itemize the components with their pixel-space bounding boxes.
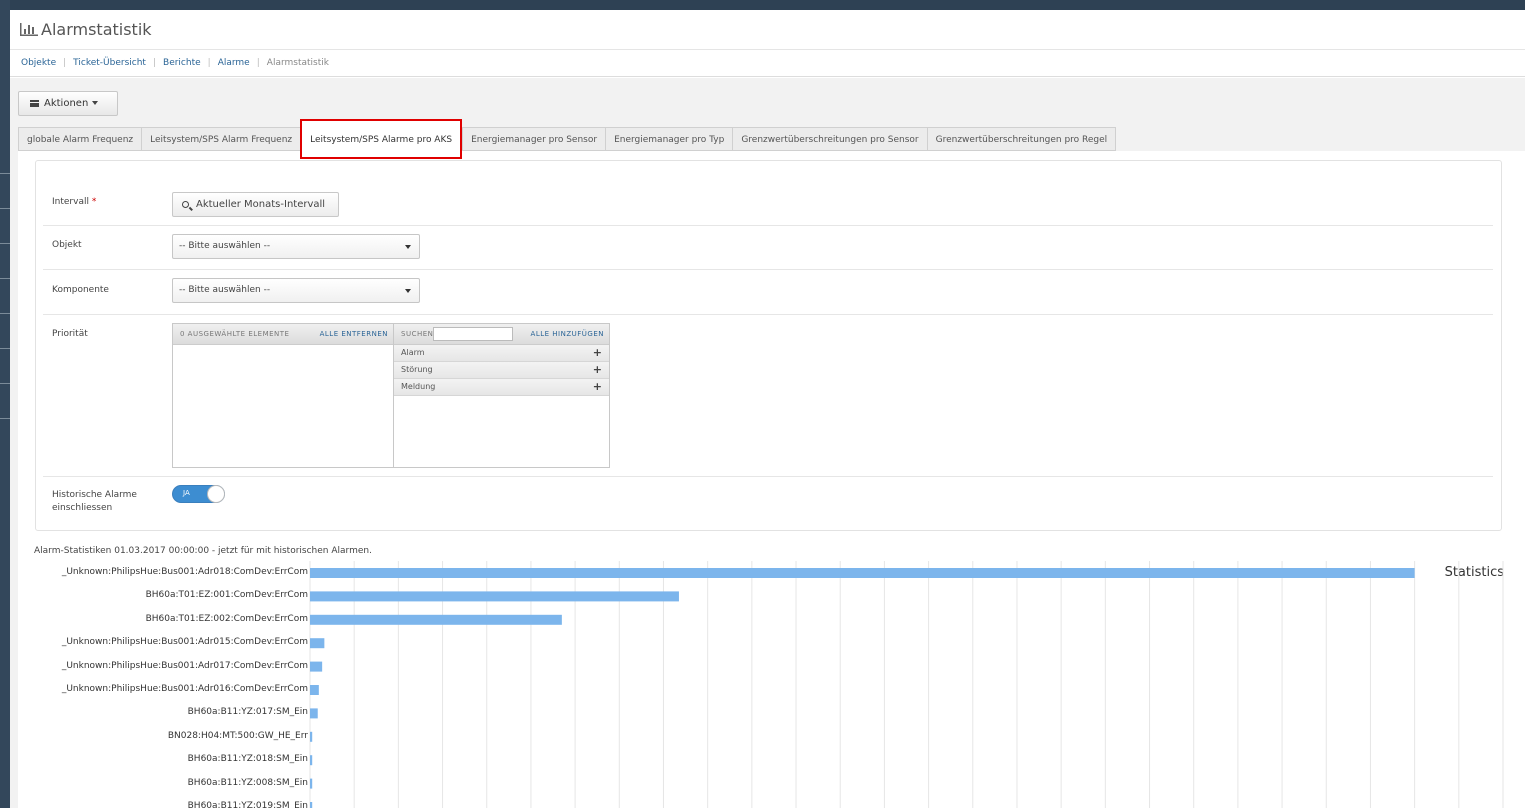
bar[interactable]	[310, 755, 313, 766]
actions-label: Aktionen	[44, 98, 89, 109]
component-label: Komponente	[52, 285, 109, 295]
form-divider	[43, 314, 1493, 315]
sidebar-divider	[0, 313, 10, 314]
breadcrumb-ticket-uebersicht[interactable]: Ticket-Übersicht	[73, 58, 146, 68]
component-select[interactable]: -- Bitte auswählen --	[172, 278, 420, 303]
breadcrumb: Objekte | Ticket-Übersicht | Berichte | Alarme…	[10, 50, 1525, 77]
toggle-knob	[207, 485, 225, 503]
chevron-down-icon	[405, 289, 411, 293]
sidebar-divider	[0, 383, 10, 384]
tab-grenzwert-pro-sensor[interactable]: Grenzwertüberschreitungen pro Sensor	[732, 127, 927, 151]
option-alarm[interactable]: Alarm +	[394, 345, 609, 362]
sidebar-divider	[0, 278, 10, 279]
option-label: Alarm	[401, 348, 425, 357]
main-content: Aktionen globale Alarm Frequenz Leitsyste…	[10, 78, 1525, 808]
priority-label: Priorität	[52, 329, 88, 339]
page-header: Alarmstatistik	[10, 10, 1525, 50]
bar[interactable]	[310, 802, 313, 808]
chart-plot	[309, 561, 1504, 808]
component-select-value: -- Bitte auswählen --	[179, 285, 271, 295]
bar[interactable]	[310, 778, 313, 789]
option-label: Störung	[401, 365, 433, 374]
option-label: Meldung	[401, 382, 436, 391]
page-title: Alarmstatistik	[41, 20, 152, 39]
bar-chart-icon	[20, 23, 38, 36]
search-icon	[182, 201, 189, 208]
sidebar-divider	[0, 348, 10, 349]
priority-multiselect: 0 AUSGEWÄHLTE ELEMENTE ALLE ENTFERNEN SU…	[172, 323, 610, 468]
bar[interactable]	[310, 731, 313, 742]
bar[interactable]	[310, 661, 323, 672]
breadcrumb-separator: |	[256, 58, 260, 68]
sidebar-divider	[0, 208, 10, 209]
tab-leitsystem-alarm-frequenz[interactable]: Leitsystem/SPS Alarm Frequenz	[141, 127, 301, 151]
bar[interactable]	[310, 591, 679, 602]
bar[interactable]	[310, 685, 319, 695]
sidebar-divider	[0, 173, 10, 174]
interval-label: Intervall *	[52, 197, 97, 207]
bar[interactable]	[310, 638, 325, 649]
interval-button-label: Aktueller Monats-Intervall	[196, 199, 326, 210]
search-label: SUCHEN:	[401, 330, 437, 338]
form-divider	[43, 476, 1493, 477]
plus-icon[interactable]: +	[593, 379, 602, 395]
historic-label: Historische Alarme einschliessen	[52, 490, 137, 513]
tab-leitsystem-alarme-pro-aks[interactable]: Leitsystem/SPS Alarme pro AKS	[300, 119, 463, 159]
plus-icon[interactable]: +	[593, 345, 602, 361]
stats-caption: Alarm-Statistiken 01.03.2017 00:00:00 - …	[34, 546, 372, 556]
tab-content-panel: Intervall * Aktueller Monats-Intervall O…	[18, 151, 1525, 808]
remove-all-link[interactable]: ALLE ENTFERNEN	[320, 324, 388, 344]
selected-list-header: 0 AUSGEWÄHLTE ELEMENTE ALLE ENTFERNEN	[173, 324, 393, 345]
tab-energiemanager-pro-sensor[interactable]: Energiemanager pro Sensor	[462, 127, 606, 151]
available-list-header: SUCHEN: ALLE HINZUFÜGEN	[394, 324, 609, 345]
historic-toggle[interactable]: JA	[172, 485, 225, 503]
bar[interactable]	[310, 614, 562, 625]
interval-button[interactable]: Aktueller Monats-Intervall	[172, 192, 339, 217]
breadcrumb-separator: |	[152, 58, 157, 68]
form-divider	[43, 225, 1493, 226]
add-all-link[interactable]: ALLE HINZUFÜGEN	[531, 324, 604, 344]
breadcrumb-objekte[interactable]: Objekte	[21, 58, 56, 68]
tab-energiemanager-pro-typ[interactable]: Energiemanager pro Typ	[605, 127, 733, 151]
breadcrumb-separator: |	[207, 58, 211, 68]
filter-form: Intervall * Aktueller Monats-Intervall O…	[35, 160, 1502, 531]
toggle-text: JA	[183, 489, 190, 497]
actions-button[interactable]: Aktionen	[18, 91, 118, 116]
breadcrumb-separator: |	[63, 58, 67, 68]
breadcrumb-current: Alarmstatistik	[266, 58, 329, 68]
background-sidebar	[0, 0, 10, 808]
object-select-value: -- Bitte auswählen --	[179, 241, 271, 251]
statistics-chart: Statistics _Unknown:PhilipsHue:Bus001:Ad…	[18, 561, 1525, 808]
chevron-down-icon	[405, 245, 411, 249]
breadcrumb-alarme[interactable]: Alarme	[218, 58, 250, 68]
tab-globale-alarm-frequenz[interactable]: globale Alarm Frequenz	[18, 127, 142, 151]
sidebar-divider	[0, 243, 10, 244]
required-marker: *	[91, 197, 97, 207]
bar[interactable]	[310, 708, 318, 719]
sidebar-divider	[0, 418, 10, 419]
breadcrumb-berichte[interactable]: Berichte	[163, 58, 201, 68]
selected-list: 0 AUSGEWÄHLTE ELEMENTE ALLE ENTFERNEN	[173, 324, 394, 467]
plus-icon[interactable]: +	[593, 362, 602, 378]
caret-down-icon	[92, 101, 99, 105]
available-list: SUCHEN: ALLE HINZUFÜGEN Alarm + Störung + …	[394, 324, 609, 467]
priority-search-input[interactable]	[433, 327, 513, 341]
menu-icon	[30, 100, 39, 107]
selected-count: 0 AUSGEWÄHLTE ELEMENTE	[180, 330, 290, 338]
report-tabs: globale Alarm Frequenz Leitsystem/SPS Ala…	[18, 119, 1117, 159]
alarm-statistics-window: Alarmstatistik Objekte | Ticket-Übersicht |…	[10, 10, 1525, 808]
object-select[interactable]: -- Bitte auswählen --	[172, 234, 420, 259]
form-divider	[43, 269, 1493, 270]
option-meldung[interactable]: Meldung +	[394, 379, 609, 396]
option-stoerung[interactable]: Störung +	[394, 362, 609, 379]
tab-grenzwert-pro-regel[interactable]: Grenzwertüberschreitungen pro Regel	[926, 127, 1117, 151]
bar[interactable]	[310, 568, 1415, 578]
object-label: Objekt	[52, 240, 82, 250]
